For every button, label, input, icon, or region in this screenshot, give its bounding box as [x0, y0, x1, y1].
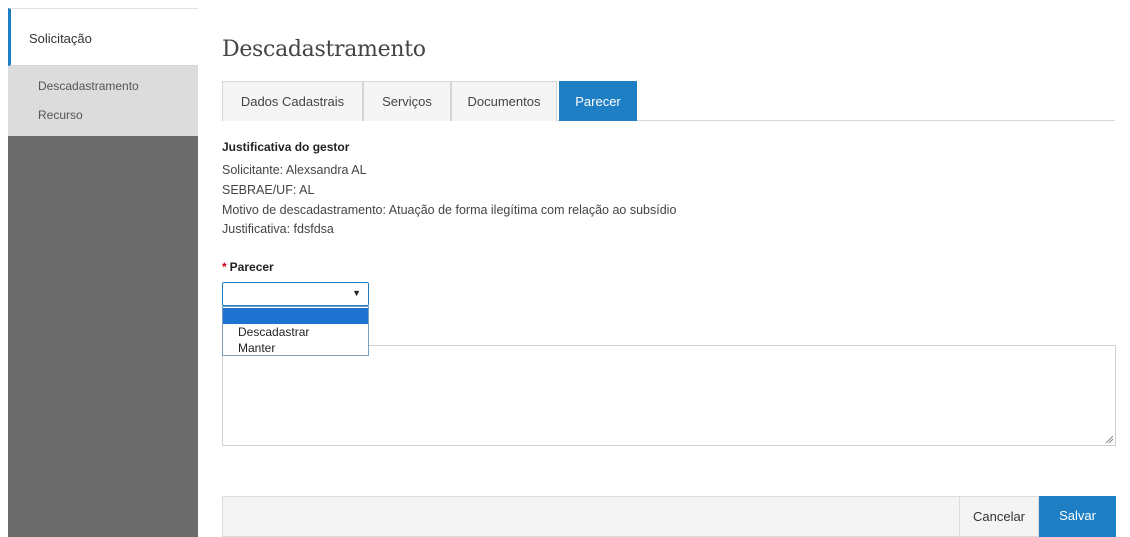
- save-button[interactable]: Salvar: [1039, 496, 1116, 537]
- sidebar-item-recurso[interactable]: Recurso: [38, 108, 83, 122]
- page-title: Descadastramento: [222, 37, 426, 62]
- sidebar-submenu: Descadastramento Recurso: [8, 66, 198, 136]
- info-solicitante: Solicitante: Alexsandra AL: [222, 163, 367, 177]
- parecer-label: * Parecer: [222, 260, 274, 274]
- info-justificativa: Justificativa: fdsfdsa: [222, 222, 334, 236]
- sidebar-item-descadastramento[interactable]: Descadastramento: [38, 79, 139, 93]
- required-mark: *: [222, 260, 227, 274]
- parecer-select[interactable]: ▼: [222, 282, 369, 306]
- tab-documentos[interactable]: Documentos: [451, 81, 557, 121]
- resize-grip-icon[interactable]: [1105, 435, 1113, 443]
- dropdown-option-descadastrar[interactable]: Descadastrar: [223, 324, 368, 340]
- tab-servicos[interactable]: Serviços: [363, 81, 451, 121]
- dropdown-option-empty[interactable]: [223, 308, 368, 324]
- tab-parecer[interactable]: Parecer: [559, 81, 637, 121]
- footer-bar: [222, 496, 960, 537]
- dropdown-option-manter[interactable]: Manter: [223, 340, 368, 356]
- cancel-button[interactable]: Cancelar: [959, 496, 1039, 537]
- comment-textarea[interactable]: [222, 345, 1116, 446]
- sidebar-header-label: Solicitação: [29, 31, 92, 46]
- caret-down-icon: ▼: [352, 288, 361, 298]
- sidebar: Solicitação Descadastramento Recurso: [8, 8, 198, 537]
- sidebar-header[interactable]: Solicitação: [8, 8, 198, 66]
- info-motivo: Motivo de descadastramento: Atuação de f…: [222, 203, 677, 217]
- parecer-dropdown-list: Descadastrar Manter: [222, 306, 369, 356]
- justification-title: Justificativa do gestor: [222, 140, 350, 154]
- top-strip: [0, 0, 1130, 8]
- parecer-label-text: Parecer: [229, 260, 274, 274]
- info-sebrae-uf: SEBRAE/UF: AL: [222, 183, 315, 197]
- tab-bar: Dados Cadastrais Serviços Documentos Par…: [222, 81, 1115, 121]
- tab-dados-cadastrais[interactable]: Dados Cadastrais: [222, 81, 363, 121]
